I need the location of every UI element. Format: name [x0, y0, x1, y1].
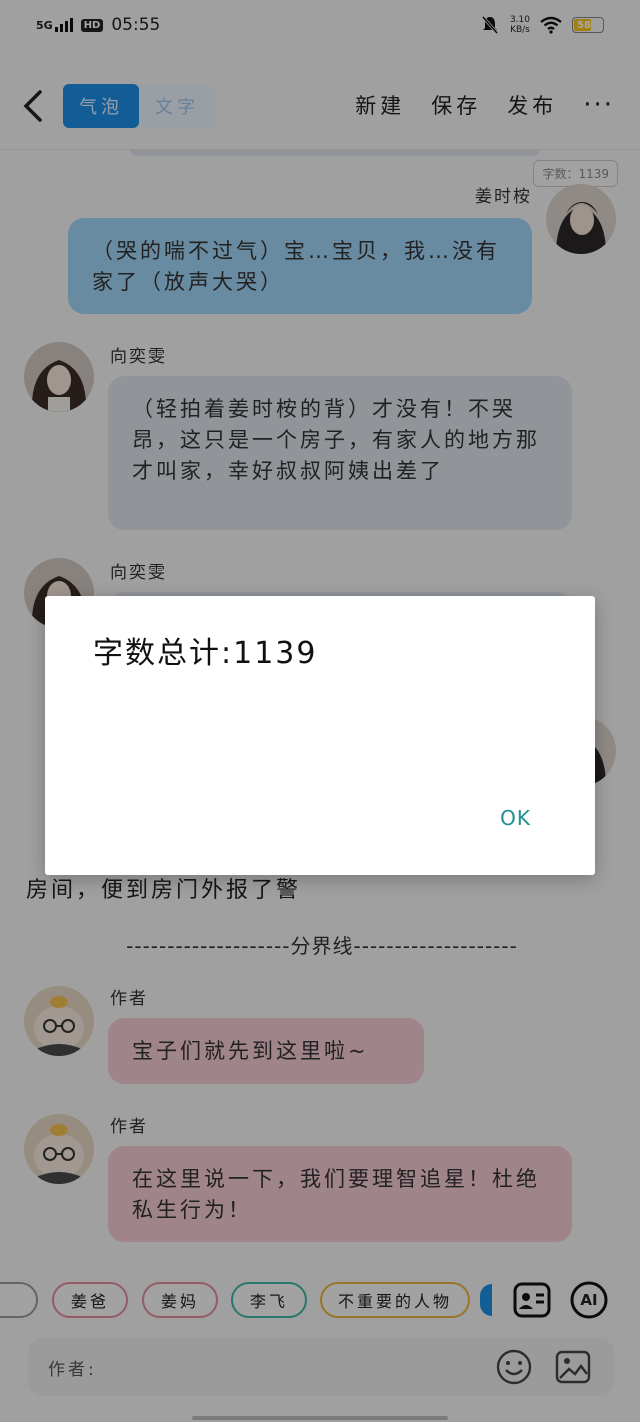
ok-button[interactable]: OK: [500, 806, 531, 830]
word-count-dialog: 字数总计:1139 OK: [45, 596, 595, 875]
dialog-message: 字数总计:1139: [93, 636, 318, 671]
